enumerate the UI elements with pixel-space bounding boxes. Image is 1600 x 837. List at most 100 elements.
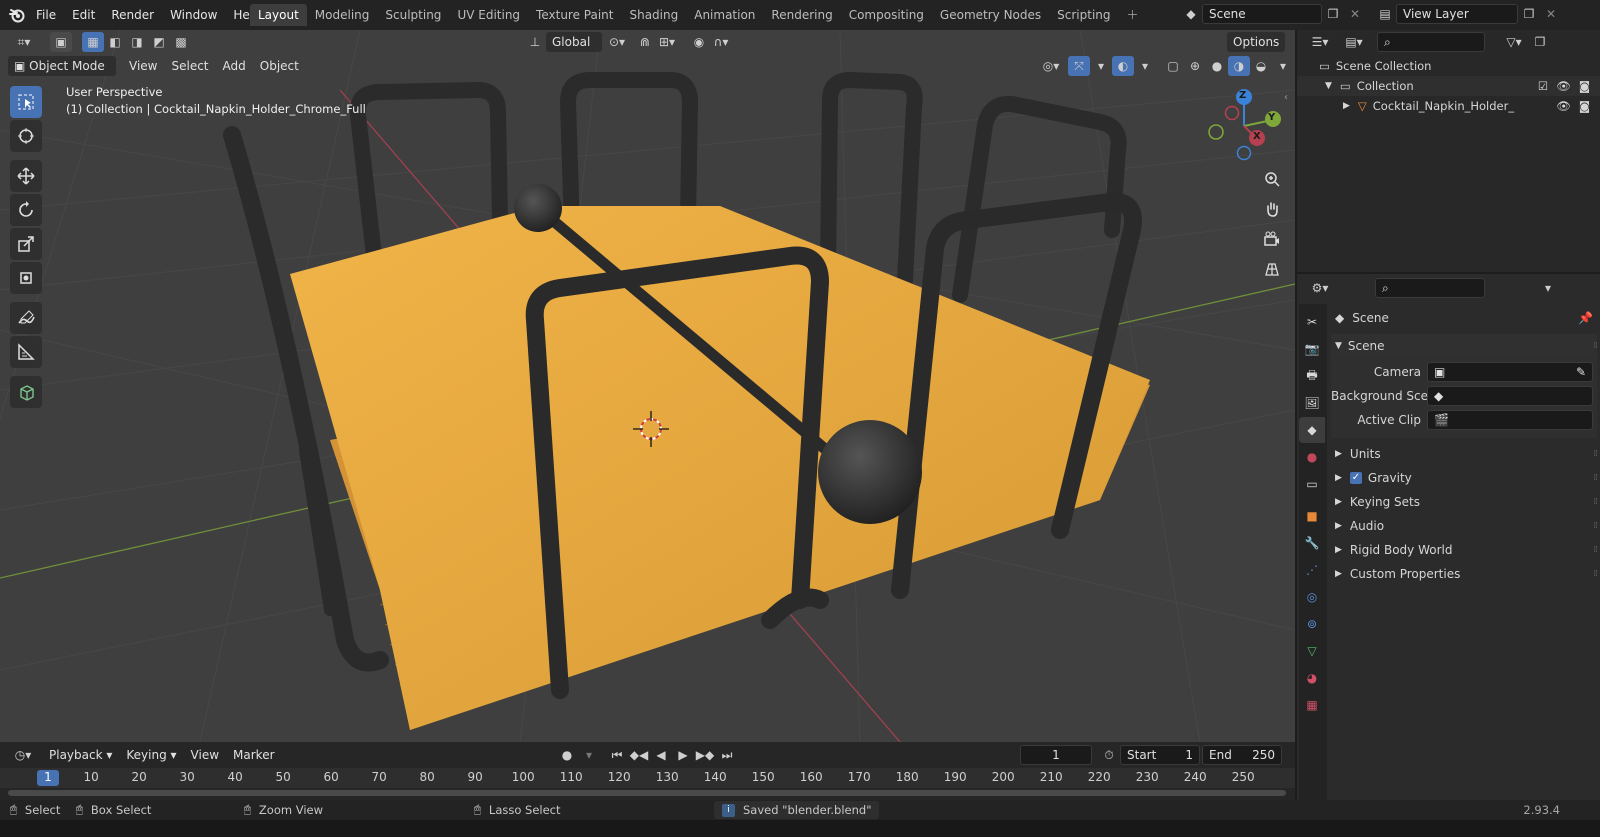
annotate-tool-icon[interactable] (10, 302, 42, 334)
stopwatch-icon[interactable]: ⏱ (1098, 745, 1120, 765)
options-button[interactable]: Options (1227, 32, 1286, 52)
texture-tab-icon[interactable]: ▦ (1299, 692, 1325, 718)
display-mode-icon[interactable]: ▤▾ (1339, 32, 1369, 52)
menu-object[interactable]: Object (253, 56, 306, 76)
3d-viewport[interactable]: ⌗▾ ▣ ▦ ◧ ◨ ◩ ▩ ⊥ Global ⊙▾ ⋒ ⊞▾ ◉ ∩▾ Opt… (0, 30, 1295, 742)
filter-icon[interactable]: ▽▾ (1499, 32, 1529, 52)
sidebar-toggle-icon[interactable]: ‹ (1284, 92, 1288, 103)
pivot-point-icon[interactable]: ⊙▾ (606, 32, 628, 52)
tab-compositing[interactable]: Compositing (841, 4, 932, 26)
keying-sets-grip-icon[interactable]: ⁞⁞ (1593, 490, 1598, 514)
new-view-layer-icon[interactable]: ❐ (1518, 4, 1540, 24)
frame-ruler[interactable]: 1 10 20 30 40 50 60 70 80 90 100 110 120 130 140 150 160… (0, 768, 1295, 788)
next-keyframe-icon[interactable]: ▶◆ (694, 745, 716, 765)
object-render-camera-icon[interactable]: ◙ (1579, 96, 1590, 116)
tab-scripting[interactable]: Scripting (1049, 4, 1118, 26)
view-layer-icon[interactable]: ▤ (1374, 4, 1396, 24)
add-workspace-icon[interactable]: ＋ (1119, 4, 1147, 26)
particles-tab-icon[interactable]: ⋰ (1299, 557, 1325, 583)
pan-hand-icon[interactable] (1259, 196, 1285, 222)
subpanel-keying-sets[interactable]: ▶ Keying Sets ⁞⁞ (1331, 490, 1598, 514)
camera-view-icon[interactable] (1259, 226, 1285, 252)
physics-tab-icon[interactable]: ◎ (1299, 584, 1325, 610)
remove-view-layer-icon[interactable]: ✕ (1540, 4, 1562, 24)
menu-timeline-view[interactable]: View (184, 745, 226, 765)
shading-wireframe-icon[interactable]: ⊕ (1184, 56, 1206, 76)
menu-render[interactable]: Render (103, 0, 162, 30)
active-clip-field[interactable]: 🎬 (1427, 410, 1593, 430)
shading-material-icon[interactable]: ◑ (1228, 56, 1250, 76)
constraints-tab-icon[interactable]: ⊚ (1299, 611, 1325, 637)
scene-name-field[interactable]: Scene (1202, 4, 1322, 24)
camera-field[interactable]: ▣ ✎ (1427, 362, 1593, 382)
outliner-editor-type-icon[interactable]: ☰▾ (1305, 32, 1335, 52)
menu-file[interactable]: File (28, 0, 64, 30)
start-frame-field[interactable]: Start 1 (1120, 745, 1200, 765)
record-icon[interactable]: ● (556, 745, 578, 765)
select-mode-subtract-icon[interactable]: ◨ (126, 32, 148, 52)
gravity-checkbox[interactable]: ✓ (1349, 472, 1362, 484)
play-icon[interactable]: ▶ (672, 745, 694, 765)
rotate-tool-icon[interactable] (10, 194, 42, 226)
units-grip-icon[interactable]: ⁞⁞ (1593, 442, 1598, 466)
scene-tab-icon[interactable]: ◆ (1299, 417, 1325, 443)
snap-icon[interactable]: ⋒ (634, 32, 656, 52)
tool-tab-icon[interactable]: ✂ (1299, 309, 1325, 335)
tab-shading[interactable]: Shading (621, 4, 686, 26)
tree-item-object[interactable]: ▶ ▽ Cocktail_Napkin_Holder_ 👁 ◙ (1297, 96, 1600, 116)
collapse-arrow-icon[interactable]: ▼ (1325, 76, 1332, 96)
select-tool-icon[interactable]: ▣ (50, 32, 72, 52)
properties-options-icon[interactable]: ▾ (1537, 278, 1559, 298)
object-visibility-eye-icon[interactable]: 👁 (1556, 96, 1571, 116)
select-mode-invert-icon[interactable]: ◩ (148, 32, 170, 52)
menu-edit[interactable]: Edit (64, 0, 103, 30)
subpanel-rigid-body-world[interactable]: ▶ Rigid Body World ⁞⁞ (1331, 538, 1598, 562)
collection-tab-icon[interactable]: ▭ (1299, 471, 1325, 497)
gizmo-dropdown-icon[interactable]: ▾ (1090, 56, 1112, 76)
transform-tool-icon[interactable] (10, 262, 42, 294)
background-scene-field[interactable]: ◆ (1427, 386, 1593, 406)
scene-icon[interactable]: ◆ (1180, 4, 1202, 24)
custom-properties-grip-icon[interactable]: ⁞⁞ (1593, 562, 1598, 586)
properties-search-input[interactable]: ⌕ (1375, 278, 1485, 298)
tab-rendering[interactable]: Rendering (763, 4, 840, 26)
new-scene-icon[interactable]: ❐ (1322, 4, 1344, 24)
move-tool-icon[interactable] (10, 160, 42, 192)
data-tab-icon[interactable]: ▽ (1299, 638, 1325, 664)
material-tab-icon[interactable]: ◕ (1299, 665, 1325, 691)
options-dropdown[interactable]: Options (1227, 32, 1286, 52)
subpanel-units[interactable]: ▶ Units ⁞⁞ (1331, 442, 1598, 466)
menu-select[interactable]: Select (164, 56, 215, 76)
shading-solid-icon[interactable]: ● (1206, 56, 1228, 76)
navigation-gizmo[interactable]: Z Y X (1198, 86, 1288, 166)
xray-icon[interactable]: ▢ (1162, 56, 1184, 76)
menu-window[interactable]: Window (162, 0, 225, 30)
mode-select[interactable]: ▣ Object Mode (8, 56, 116, 76)
zoom-icon[interactable] (1259, 166, 1285, 192)
tab-uv-editing[interactable]: UV Editing (449, 4, 528, 26)
select-box-tool-icon[interactable] (10, 86, 42, 118)
scene-panel-header[interactable]: ▼ Scene ⁞⁞ (1331, 334, 1598, 358)
audio-grip-icon[interactable]: ⁞⁞ (1593, 514, 1598, 538)
add-cube-tool-icon[interactable] (10, 376, 42, 408)
pin-icon[interactable]: 📌 (1578, 306, 1593, 330)
blender-logo-icon[interactable] (8, 6, 26, 24)
menu-add[interactable]: Add (216, 56, 253, 76)
new-collection-icon[interactable]: ❐ (1529, 32, 1551, 52)
play-reverse-icon[interactable]: ◀ (650, 745, 672, 765)
menu-playback[interactable]: Playback ▾ (42, 745, 119, 765)
tab-sculpting[interactable]: Sculpting (377, 4, 449, 26)
exclude-checkbox-icon[interactable]: ☑ (1538, 76, 1548, 96)
subpanel-custom-properties[interactable]: ▶ Custom Properties ⁞⁞ (1331, 562, 1598, 586)
select-mode-intersect-icon[interactable]: ▩ (170, 32, 192, 52)
scale-tool-icon[interactable] (10, 228, 42, 260)
timeline-editor-type-icon[interactable]: ◷▾ (8, 745, 38, 765)
prev-keyframe-icon[interactable]: ◆◀ (628, 745, 650, 765)
overlay-toggle-icon[interactable]: ◐ (1112, 56, 1134, 76)
render-tab-icon[interactable]: 📷 (1299, 336, 1325, 362)
jump-end-icon[interactable]: ⏭ (716, 745, 738, 765)
cursor-tool-icon[interactable] (10, 120, 42, 152)
measure-tool-icon[interactable] (10, 336, 42, 368)
visibility-eye-icon[interactable]: 👁 (1556, 76, 1571, 96)
panel-grip-icon[interactable]: ⁞⁞ (1593, 334, 1598, 358)
